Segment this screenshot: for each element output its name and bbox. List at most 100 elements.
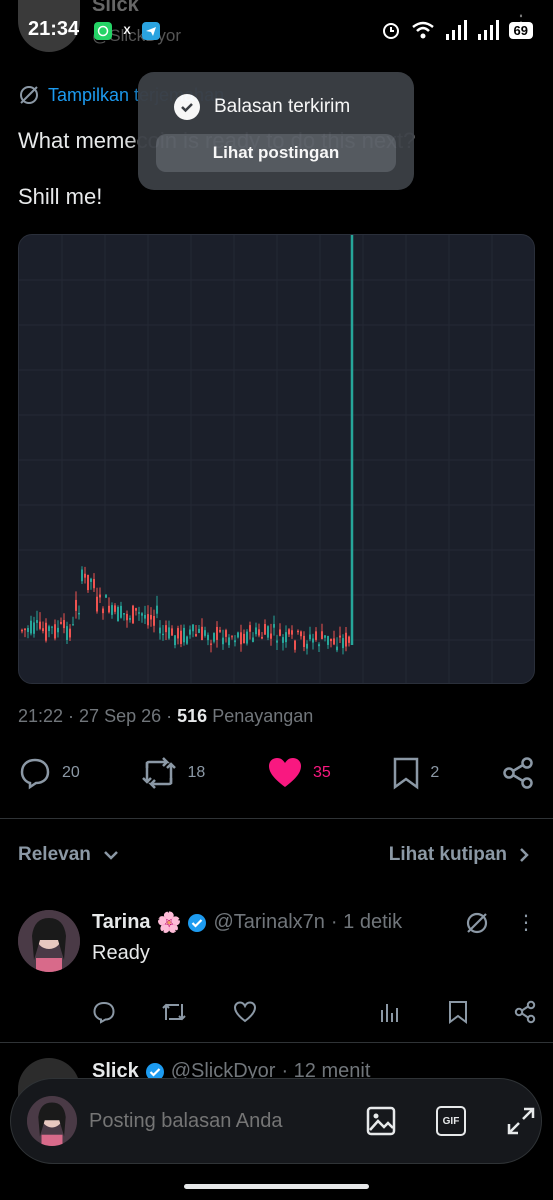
views-icon[interactable] — [302, 1000, 402, 1024]
candle-body — [99, 594, 101, 598]
candle-body — [81, 569, 83, 582]
avatar[interactable] — [18, 910, 80, 972]
candle-body — [30, 620, 32, 634]
candle-body — [156, 605, 158, 614]
candle-body — [234, 640, 236, 643]
post-meta: 21:22 · 27 Sep 26 · 516 Penayangan — [18, 706, 314, 726]
candle-body — [135, 608, 137, 611]
verified-badge-icon — [188, 913, 207, 932]
reply-header: Tarina 🌸 @Tarinalx7n · 1 detik — [92, 910, 402, 935]
translate-icon — [20, 86, 38, 104]
candle-body — [228, 637, 230, 646]
candle-body — [327, 636, 329, 645]
divider — [0, 818, 553, 819]
post-actions: 20 18 35 2 — [18, 756, 535, 790]
reply-button[interactable]: 20 — [18, 756, 80, 790]
candle-body — [276, 640, 278, 643]
candle-body — [39, 621, 41, 629]
candle-body — [51, 626, 53, 628]
candle-body — [303, 635, 305, 647]
candle-body — [243, 633, 245, 644]
more-options-icon[interactable]: ⋮ — [516, 910, 536, 935]
candle-body — [183, 627, 185, 643]
view-quotes-link[interactable]: Lihat kutipan — [389, 844, 529, 866]
sort-relevant-dropdown[interactable]: Relevan — [18, 844, 119, 866]
repost-count: 18 — [187, 764, 206, 781]
candle-body — [273, 624, 275, 628]
heart-icon[interactable] — [233, 1000, 257, 1024]
candle-body — [57, 627, 59, 633]
candle-body — [246, 631, 248, 644]
candle-body — [294, 640, 296, 650]
like-button[interactable]: 35 — [267, 757, 331, 789]
toast-message: Balasan terkirim — [214, 96, 351, 117]
composer-tools: GIF — [366, 1106, 546, 1136]
candle-body — [21, 629, 23, 632]
home-indicator[interactable] — [184, 1184, 369, 1189]
candle-body — [210, 643, 212, 645]
candle-body — [126, 613, 128, 621]
candle-body — [237, 632, 239, 638]
reply-author-handle[interactable]: @Tarinalx7n — [213, 911, 324, 934]
reply-author-emoji: 🌸 — [156, 912, 182, 934]
candle-body — [150, 614, 152, 620]
candle-body — [291, 630, 293, 635]
quotes-label: Lihat kutipan — [388, 844, 507, 865]
candle-body — [42, 628, 44, 632]
candle-body — [96, 596, 98, 612]
candle-body — [162, 633, 164, 636]
post-image-chart[interactable] — [18, 234, 535, 684]
image-icon[interactable] — [366, 1106, 396, 1136]
candle-body — [36, 620, 38, 623]
divider — [0, 1042, 553, 1043]
candle-body — [321, 631, 323, 639]
author-name[interactable]: Slick — [92, 0, 139, 17]
toast-notification: Balasan terkirim Lihat postingan — [138, 72, 414, 190]
candle-body — [174, 635, 176, 646]
views-label: Penayangan — [212, 706, 314, 726]
candle-body — [330, 638, 332, 642]
expand-icon[interactable] — [506, 1106, 536, 1136]
candle-body — [84, 573, 86, 578]
translate-icon[interactable] — [464, 910, 490, 936]
bookmark-icon[interactable] — [448, 1000, 468, 1024]
sort-label: Relevan — [18, 844, 91, 865]
candle-body — [105, 594, 107, 598]
candle-body — [75, 599, 77, 611]
candle-body — [216, 626, 218, 640]
share-icon[interactable] — [513, 1000, 537, 1024]
candle-body — [177, 628, 179, 639]
reply-icon[interactable] — [92, 1000, 116, 1024]
candle-body — [138, 612, 140, 614]
candle-body — [111, 605, 113, 615]
candle-body — [201, 626, 203, 641]
reply-count: 20 — [62, 764, 80, 781]
bookmark-button[interactable]: 2 — [392, 756, 439, 790]
view-count: 516 — [177, 706, 208, 726]
candle-body — [147, 614, 149, 626]
candle-body — [90, 578, 92, 582]
candle-body — [300, 631, 302, 637]
candle-body — [267, 626, 269, 638]
candle-body — [315, 631, 317, 640]
bookmark-count: 2 — [430, 764, 440, 781]
candle-body — [168, 627, 170, 639]
repost-icon[interactable] — [161, 1000, 187, 1024]
share-button[interactable] — [501, 756, 535, 790]
view-post-button[interactable]: Lihat postingan — [156, 134, 396, 172]
candle-body — [318, 644, 320, 647]
candle-body — [117, 607, 119, 622]
status-indicators: 69 — [381, 20, 533, 40]
toast-message-row: Balasan terkirim — [174, 94, 350, 120]
candle-body — [258, 629, 260, 636]
post-time: 21:22 — [18, 706, 64, 726]
repost-button[interactable]: 18 — [141, 756, 205, 790]
reply-author-name[interactable]: Tarina — [92, 911, 151, 934]
candle-body — [192, 624, 194, 632]
candle-body — [348, 636, 350, 643]
candle-body — [336, 646, 338, 651]
reply-input[interactable] — [89, 1109, 354, 1133]
gif-icon[interactable]: GIF — [436, 1106, 466, 1136]
candle-body — [180, 630, 182, 644]
candle-body — [219, 630, 221, 632]
